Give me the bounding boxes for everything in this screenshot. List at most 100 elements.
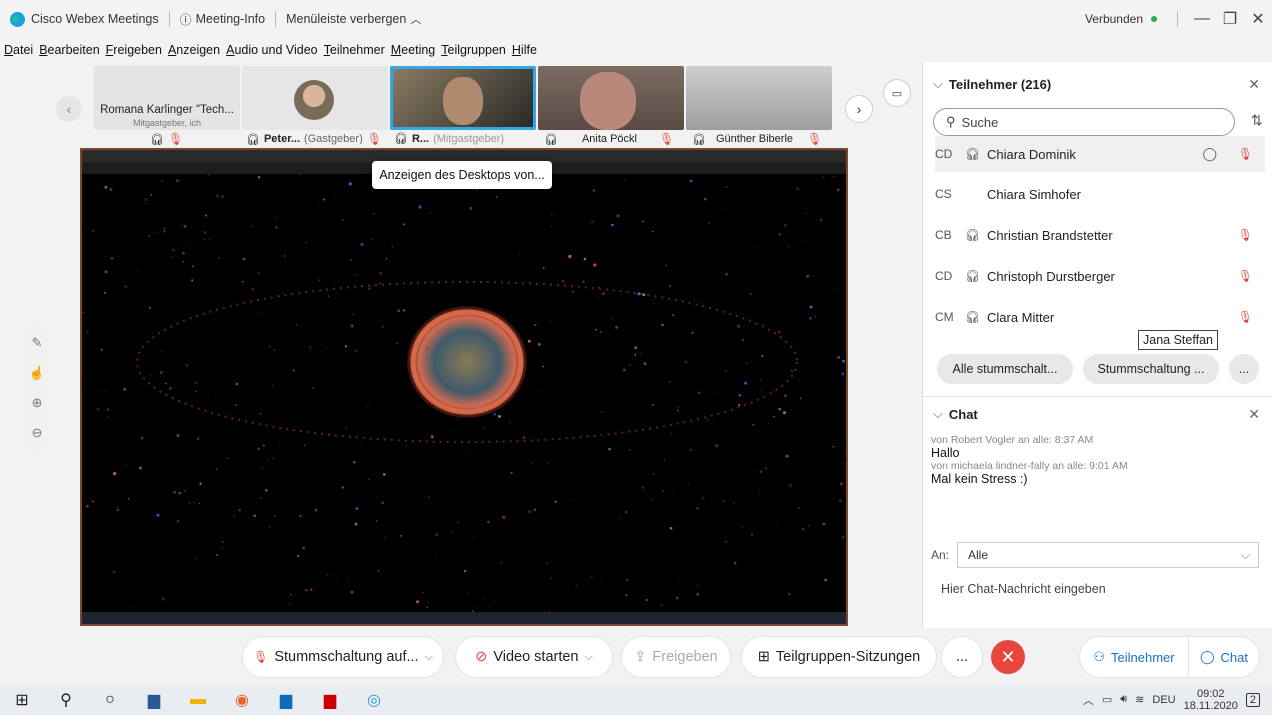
mute-all-button[interactable]: Alle stummschalt... xyxy=(937,354,1073,384)
chevron-down-icon[interactable]: ⌵ xyxy=(933,406,943,422)
menu-hilfe[interactable]: Hilfe xyxy=(512,43,537,57)
participants-panel-button[interactable]: ⚇ Teilnehmer xyxy=(1080,637,1188,677)
participant-search-input[interactable]: ⚲ Suche xyxy=(933,108,1235,136)
menu-meeting[interactable]: Meeting xyxy=(391,43,435,57)
menu-audio-video[interactable]: Audio und Video xyxy=(226,43,318,57)
participant-row[interactable]: CD 🎧︎ Chiara Dominik ◯ 🎙︎ xyxy=(935,136,1265,172)
chevron-up-icon[interactable]: ︿ xyxy=(1083,692,1094,708)
menu-bearbeiten[interactable]: Bearbeiten xyxy=(39,43,99,57)
hide-menu-button[interactable]: Menüleiste verbergen xyxy=(286,12,406,26)
more-options-button[interactable]: ... xyxy=(1229,354,1259,384)
chat-recipient-select[interactable]: Alle ⌵ xyxy=(957,542,1260,568)
satellite-dot xyxy=(554,500,557,503)
satellite-dot xyxy=(456,352,459,355)
chat-header[interactable]: ⌵ Chat xyxy=(933,406,978,422)
windows-start-icon[interactable]: ⊞ xyxy=(10,690,34,710)
outlook-icon[interactable]: ▆ xyxy=(274,690,298,710)
pointer-icon[interactable]: ☝ xyxy=(29,365,45,381)
satellite-dot xyxy=(353,461,356,464)
satellite-dot xyxy=(796,187,799,191)
close-chat-icon[interactable]: ✕ xyxy=(1248,406,1260,423)
muted-mic-icon[interactable]: 🎙︎ xyxy=(807,132,822,146)
muted-mic-icon[interactable]: 🎙︎ xyxy=(1238,147,1253,161)
clock[interactable]: 09:02 18.11.2020 xyxy=(1184,688,1238,712)
satellite-dot xyxy=(761,355,764,358)
satellite-dot xyxy=(373,212,375,215)
leave-meeting-button[interactable]: ✕ xyxy=(991,640,1025,674)
muted-mic-icon[interactable]: 🎙︎ xyxy=(659,132,674,146)
cortana-icon[interactable]: ○ xyxy=(98,690,122,710)
volume-icon[interactable]: 🔊︎ xyxy=(1120,693,1127,706)
menu-teilgruppen[interactable]: Teilgruppen xyxy=(441,43,506,57)
netflix-icon[interactable]: ▆ xyxy=(318,690,342,710)
wifi-icon[interactable]: ≋ xyxy=(1135,693,1144,706)
chat-input[interactable]: Hier Chat-Nachricht eingeben xyxy=(941,582,1106,596)
search-icon[interactable]: ⚲ xyxy=(54,690,78,710)
scroll-right-button[interactable]: › xyxy=(846,96,872,122)
more-controls-button[interactable]: ... xyxy=(942,637,982,677)
word-icon[interactable]: ▆ xyxy=(142,690,166,710)
chevron-down-icon[interactable]: ⌵ xyxy=(585,651,593,664)
menu-datei[interactable]: Datei xyxy=(4,43,33,57)
share-button[interactable]: ⇪ Freigeben xyxy=(622,637,730,677)
satellite-dot xyxy=(100,348,103,351)
participant-row[interactable]: CB 🎧︎ Christian Brandstetter 🎙︎ xyxy=(935,217,1265,253)
menu-freigeben[interactable]: Freigeben xyxy=(106,43,162,57)
self-tile[interactable]: Romana Karlinger "Tech... Mitgastgeber, … xyxy=(94,66,240,130)
chat-panel-button[interactable]: ◯ Chat xyxy=(1189,637,1259,677)
menu-anzeigen[interactable]: Anzeigen xyxy=(168,43,220,57)
satellite-dot xyxy=(397,309,401,313)
webex-taskbar-icon[interactable]: ◎ xyxy=(362,690,386,710)
start-video-button[interactable]: ⊘ Video starten ⌵ xyxy=(456,637,612,677)
satellite-dot xyxy=(773,415,776,418)
network-icon[interactable]: ▭ xyxy=(1102,693,1112,706)
muted-mic-icon[interactable]: 🎙︎ xyxy=(1238,310,1253,324)
shared-screen[interactable] xyxy=(80,148,848,626)
file-explorer-icon[interactable]: ▬ xyxy=(186,690,210,710)
satellite-dot xyxy=(842,359,845,363)
language-indicator[interactable]: DEU xyxy=(1152,694,1175,706)
zoom-in-icon[interactable]: ⊕ xyxy=(32,395,43,411)
breakout-sessions-button[interactable]: ⊞ Teilgruppen-Sitzungen xyxy=(742,637,936,677)
mute-button[interactable]: Stummschaltung ... xyxy=(1083,354,1219,384)
chevron-down-icon[interactable]: ⌵ xyxy=(933,76,943,92)
participant-row[interactable]: CS Chiara Simhofer xyxy=(935,176,1265,212)
muted-mic-icon[interactable]: 🎙︎ xyxy=(367,132,382,146)
menu-teilnehmer[interactable]: Teilnehmer xyxy=(324,43,385,57)
guenther-tile[interactable] xyxy=(686,66,832,130)
peter-tile[interactable] xyxy=(242,66,388,130)
satellite-dot xyxy=(600,330,603,333)
satellite-dot xyxy=(96,407,100,411)
satellite-dot xyxy=(399,534,403,538)
divider xyxy=(1177,11,1178,27)
zoom-out-icon[interactable]: ⊖ xyxy=(32,425,43,441)
close-participants-icon[interactable]: ✕ xyxy=(1248,76,1260,93)
mute-toggle-button[interactable]: 🎙︎ Stummschaltung auf... ⌵ xyxy=(243,637,443,677)
participants-header[interactable]: ⌵ Teilnehmer (216) xyxy=(933,76,1051,92)
restore-icon[interactable]: ❐ xyxy=(1216,9,1244,29)
satellite-dot xyxy=(375,521,378,523)
minimize-icon[interactable]: — xyxy=(1188,10,1216,28)
meeting-info-button[interactable]: Meeting-Info xyxy=(196,12,265,26)
anita-tile[interactable] xyxy=(538,66,684,130)
scroll-left-button[interactable]: ‹ xyxy=(56,96,82,122)
participant-row[interactable]: CD 🎧︎ Christoph Durstberger 🎙︎ xyxy=(935,258,1265,294)
satellite-dot xyxy=(178,491,182,495)
muted-mic-icon[interactable]: 🎙︎ xyxy=(1238,269,1253,283)
sort-icon[interactable]: ⇅ xyxy=(1251,112,1263,129)
satellite-dot xyxy=(478,406,482,409)
satellite-dot xyxy=(611,317,613,319)
chrome-icon[interactable]: ◉ xyxy=(230,690,254,710)
muted-mic-icon[interactable]: 🎙︎ xyxy=(168,132,183,146)
chat-bubble-icon[interactable]: ◯ xyxy=(1202,146,1217,162)
chevron-down-icon[interactable]: ⌵ xyxy=(425,651,433,664)
active-speaker-tile[interactable] xyxy=(390,66,536,130)
chevron-up-icon[interactable]: ︿ xyxy=(410,11,421,27)
satellite-dot xyxy=(696,507,699,510)
notification-count[interactable]: 2 xyxy=(1245,692,1260,707)
satellite-dot xyxy=(677,409,679,412)
annotate-icon[interactable]: ✎ xyxy=(32,335,43,351)
muted-mic-icon[interactable]: 🎙︎ xyxy=(1238,228,1253,242)
layout-icon[interactable]: ▭ xyxy=(884,80,910,106)
close-icon[interactable]: ✕ xyxy=(1244,9,1272,29)
